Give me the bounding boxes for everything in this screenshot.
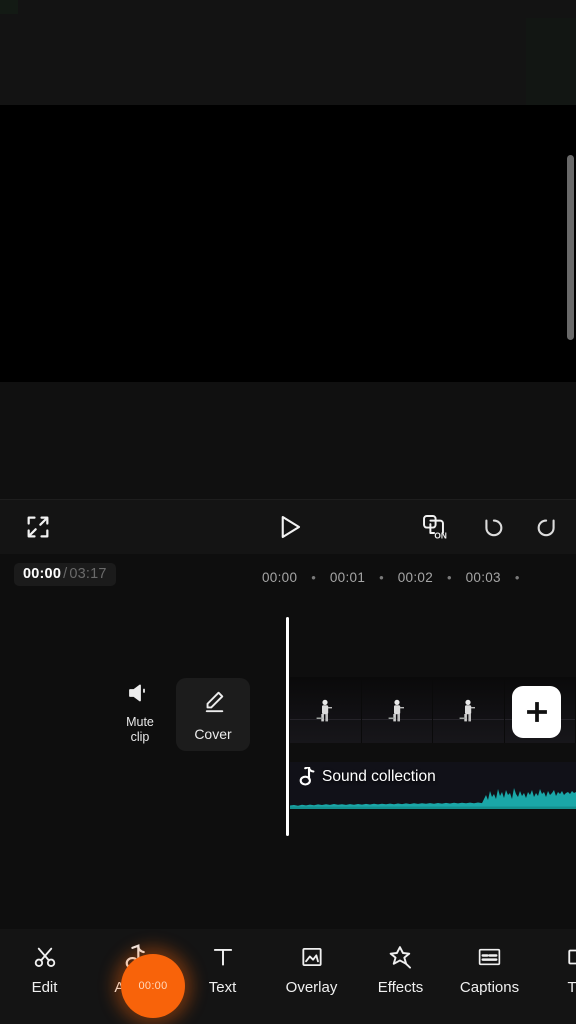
sparkle-star-icon <box>387 944 414 970</box>
tool-edit[interactable]: Edit <box>0 944 89 996</box>
mute-clip-label-line1: Mute <box>126 715 154 729</box>
clip-thumbnail <box>361 677 433 743</box>
clip-thumbnail <box>433 677 505 743</box>
text-t-icon <box>210 944 236 970</box>
tool-overlay[interactable]: Overlay <box>267 944 356 996</box>
bottom-toolbar: Edit Audio Text <box>0 929 576 1024</box>
video-preview[interactable] <box>0 105 576 382</box>
thumbnail-figure-icon <box>316 699 332 722</box>
add-clip-button[interactable] <box>512 686 561 738</box>
transitions-icon <box>566 944 576 970</box>
fullscreen-expand-icon[interactable] <box>22 511 54 543</box>
player-control-bar: ON <box>0 499 576 554</box>
ruler-dot-0: • <box>311 569 316 585</box>
status-bar-corner-tint <box>0 0 18 14</box>
audio-clip-name: Sound collection <box>322 767 436 785</box>
tool-captions[interactable]: Captions <box>445 944 534 996</box>
touch-indicator-label: 00:00 <box>138 980 168 992</box>
tool-captions-label: Captions <box>459 979 520 996</box>
video-editor-screen: ON 00:00/03:17 00:00 • 00:01 • 00:02 • 0… <box>0 0 576 1024</box>
ruler-tick-3: 00:03 <box>465 569 501 585</box>
playhead[interactable] <box>286 617 289 836</box>
status-bar <box>0 0 576 105</box>
tool-edit-label: Edit <box>31 979 58 996</box>
tool-text[interactable]: Text <box>178 944 267 996</box>
cover-label: Cover <box>194 725 232 742</box>
ruler-ticks: 00:00 • 00:01 • 00:02 • 00:03 • <box>262 566 576 588</box>
tool-effects-label: Effects <box>377 979 424 996</box>
speaker-mute-icon <box>116 681 164 710</box>
tool-transitions[interactable]: Tra <box>534 944 576 996</box>
mute-clip-button[interactable]: Mute clip <box>116 681 164 745</box>
mute-clip-label-line2: clip <box>130 730 150 744</box>
thumbnail-figure-icon <box>388 699 404 722</box>
ruler-tick-0: 00:00 <box>262 569 298 585</box>
timeline-ruler: 00:00/03:17 00:00 • 00:01 • 00:02 • 00:0… <box>0 554 576 599</box>
audio-waveform <box>290 788 576 809</box>
total-time: 03:17 <box>69 566 107 582</box>
preview-scrollbar[interactable] <box>567 155 574 340</box>
thumbnail-figure-icon <box>459 699 475 722</box>
clip-thumbnail <box>290 677 362 743</box>
current-time: 00:00 <box>23 566 62 582</box>
audio-track[interactable]: Sound collection <box>290 762 576 809</box>
audio-clip-label: Sound collection <box>298 767 436 786</box>
ruler-dot-2: • <box>447 569 452 585</box>
cover-button[interactable]: Cover <box>176 678 250 751</box>
ruler-tick-2: 00:02 <box>397 569 434 585</box>
keyframe-on-label: ON <box>434 531 446 541</box>
time-separator: / <box>63 566 68 582</box>
scissors-icon <box>32 944 58 970</box>
ruler-dot-3: • <box>514 569 520 585</box>
preview-gap <box>0 382 576 499</box>
plus-icon <box>526 702 547 722</box>
captions-icon <box>476 944 503 970</box>
tool-overlay-label: Overlay <box>285 979 338 996</box>
redo-icon[interactable] <box>530 511 562 543</box>
tool-text-label: Text <box>208 979 237 996</box>
tool-effects[interactable]: Effects <box>356 944 445 996</box>
keyframe-on-icon[interactable]: ON <box>418 510 452 544</box>
pencil-edit-icon <box>200 688 227 720</box>
undo-icon[interactable] <box>478 511 510 543</box>
play-icon[interactable] <box>272 510 306 544</box>
music-note-icon <box>299 767 315 786</box>
touch-tap-indicator: 00:00 <box>121 954 185 1018</box>
mute-clip-label: Mute clip <box>116 715 164 745</box>
status-bar-right-tint <box>526 18 576 105</box>
image-frame-icon <box>299 944 325 970</box>
tool-transitions-label: Tra <box>567 979 576 996</box>
time-display: 00:00/03:17 <box>14 563 116 586</box>
ruler-tick-1: 00:01 <box>329 569 366 585</box>
ruler-dot-1: • <box>379 569 384 585</box>
